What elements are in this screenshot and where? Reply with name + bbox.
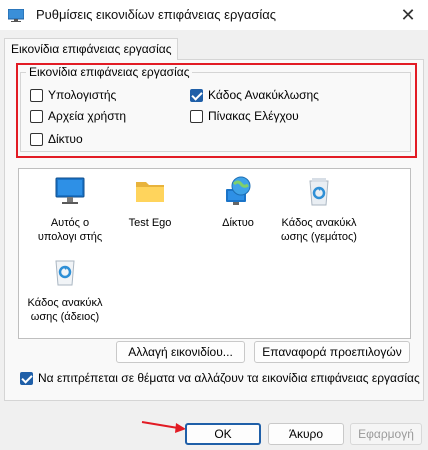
list-item-recycle-bin-empty[interactable]: Κάδος ανακύκλ ωσης (άδειος) [25,255,105,324]
apply-button[interactable]: Εφαρμογή [350,423,422,445]
close-icon: ✕ [400,4,416,25]
checkbox-box[interactable] [30,109,43,123]
icon-label: Test Ego [128,217,172,229]
recycle-bin-empty-icon [55,260,75,286]
checkbox-box[interactable] [30,88,43,102]
checkbox-label: Πίνακας Ελέγχου [208,109,299,123]
list-item-test-ego[interactable]: Test Ego [110,175,190,230]
checkbox-control-panel[interactable]: Πίνακας Ελέγχου [190,109,299,123]
checkbox-computer[interactable]: Υπολογιστής [30,88,116,102]
checkbox-label: Να επιτρέπεται σε θέματα να αλλάζουν τα … [38,371,420,385]
checkbox-allow-themes[interactable]: Να επιτρέπεται σε θέματα να αλλάζουν τα … [20,371,420,385]
checkbox-label: Δίκτυο [48,132,83,146]
change-icon-button[interactable]: Αλλαγή εικονιδίου... [116,341,245,363]
checkbox-box[interactable] [20,371,33,385]
list-item-this-pc[interactable]: Αυτός ο υπολογι στής [30,175,110,244]
checkbox-box[interactable] [190,88,203,102]
checkbox-label: Υπολογιστής [48,88,117,102]
checkbox-label: Αρχεία χρήστη [48,109,127,123]
folder-icon [136,182,164,202]
tab-desktop-icons[interactable]: Εικονίδια επιφάνειας εργασίας [4,38,178,60]
group-legend: Εικονίδια επιφάνειας εργασίας [26,65,193,79]
monitor-icon [55,177,85,204]
window-title: Ρυθμίσεις εικονιδίων επιφάνειας εργασίας [36,7,277,22]
cancel-button[interactable]: Άκυρο [268,423,344,445]
icon-label: Αυτός ο υπολογι στής [37,217,103,243]
checkbox-network[interactable]: Δίκτυο [30,132,83,146]
close-button[interactable]: ✕ [388,0,428,30]
annotation-arrow-icon [141,421,186,433]
checkbox-label: Κάδος Ανακύκλωσης [208,88,319,102]
icon-list[interactable]: Αυτός ο υπολογι στής Test Ego Δίκτυο Κάδ… [18,168,411,339]
icon-label: Κάδος ανακύκλ ωσης (άδειος) [27,297,103,323]
list-item-recycle-bin-full[interactable]: Κάδος ανακύκλ ωσης (γεμάτος) [279,175,359,244]
ok-button[interactable]: OK [185,423,261,445]
restore-default-button[interactable]: Επαναφορά προεπιλογών [254,341,410,363]
checkbox-box[interactable] [30,132,43,146]
checkbox-recycle-bin[interactable]: Κάδος Ανακύκλωσης [190,88,319,102]
list-item-network[interactable]: Δίκτυο [198,175,278,230]
network-icon [226,176,251,205]
desktop-settings-icon [8,9,24,22]
icon-label: Δίκτυο [222,217,254,229]
title-bar: Ρυθμίσεις εικονιδίων επιφάνειας εργασίας… [0,0,428,30]
checkbox-user-files[interactable]: Αρχεία χρήστη [30,109,126,123]
icon-label: Κάδος ανακύκλ ωσης (γεμάτος) [281,217,357,243]
recycle-bin-full-icon [309,178,329,206]
checkbox-box[interactable] [190,109,203,123]
